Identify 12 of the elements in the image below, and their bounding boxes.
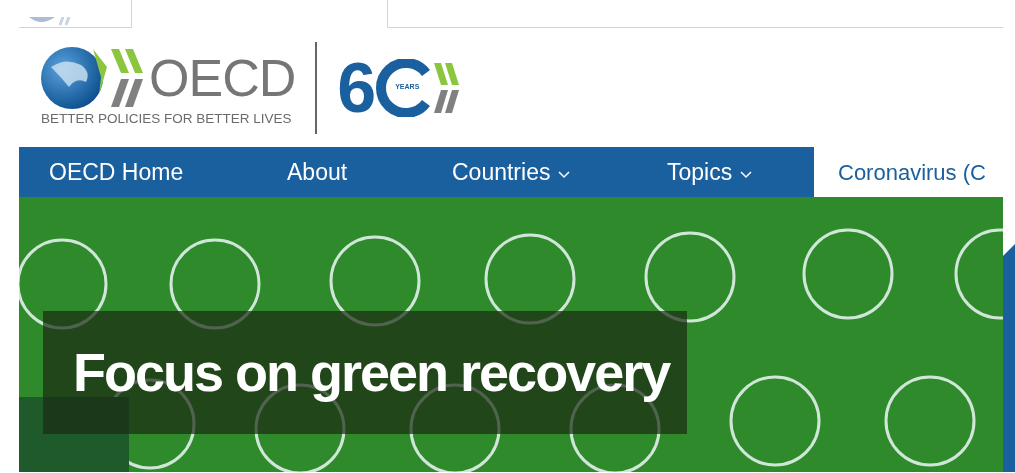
chevrons-icon — [434, 63, 461, 113]
chevrons-icon — [111, 48, 145, 107]
nav-item[interactable]: About — [249, 147, 414, 197]
nav-item[interactable]: Topics — [629, 147, 814, 197]
anniversary-digit: 6 — [337, 53, 377, 123]
top-tab[interactable] — [19, 0, 132, 28]
nav-item[interactable]: Countries — [414, 147, 629, 197]
logo-wordmark: OECD — [149, 51, 296, 104]
logo-tagline: BETTER POLICIES FOR BETTER LIVES — [41, 109, 293, 128]
hero-caption: Focus on green recovery — [73, 341, 670, 404]
nav-item[interactable]: Coronavirus (C — [814, 147, 1003, 197]
nav-item[interactable]: OECD Home — [19, 147, 249, 197]
